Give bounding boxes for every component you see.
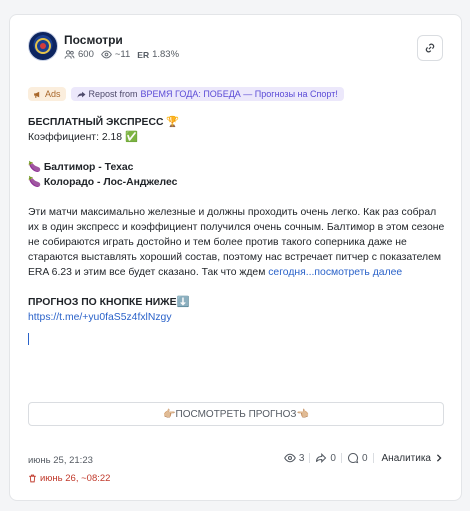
repost-prefix: Repost from (88, 89, 138, 99)
post-body: БЕСПЛАТНЫЙ ЭКСПРЕСС 🏆 Коэффициент: 2.18 … (28, 115, 448, 345)
analytics-label: Аналитика (381, 452, 432, 464)
eye-icon (283, 453, 296, 463)
views-metric: 3 (279, 452, 310, 464)
subscribers-count: 600 (78, 49, 94, 60)
published-time: июнь 25, 21:23 (28, 455, 93, 466)
shares-metric: 0 (310, 452, 341, 464)
chevron-right-icon (436, 454, 442, 462)
show-more-link[interactable]: сегодня...посмотреть далее (268, 267, 402, 278)
post-coefficient: Коэффициент: 2.18 ✅ (28, 132, 138, 143)
divider (372, 453, 374, 463)
copy-link-button[interactable] (417, 35, 443, 61)
subscribers-stat: 600 (64, 49, 94, 60)
post-header: Посмотри 600 ~11 ER 1.83% (28, 31, 443, 75)
link-icon (425, 43, 435, 53)
channel-avatar[interactable] (28, 31, 58, 61)
post-match-2: 🍆 Колорадо - Лос-Анджелес (28, 177, 178, 188)
repost-badge[interactable]: Repost from ВРЕМЯ ГОДА: ПОБЕДА — Прогноз… (70, 87, 344, 101)
channel-stats: 600 ~11 ER 1.83% (64, 49, 179, 60)
comments-count: 0 (361, 452, 368, 464)
prognosis-label: ПРОГНОЗ ПО КНОПКЕ НИЖЕ⬇️ (28, 297, 190, 308)
er-stat: ER 1.83% (137, 49, 179, 60)
deleted-time: июнь 26, ~08:22 (28, 473, 110, 484)
repost-source-link[interactable]: ВРЕМЯ ГОДА: ПОБЕДА — Прогнозы на Спорт! (141, 89, 338, 99)
trash-icon (29, 474, 36, 483)
repost-arrow-icon (77, 91, 85, 98)
text-cursor (28, 333, 29, 345)
post-card: Посмотри 600 ~11 ER 1.83% Ads Repost fro… (9, 14, 462, 501)
views-average: ~11 (114, 49, 131, 60)
users-icon (64, 50, 75, 59)
channel-name[interactable]: Посмотри (64, 33, 123, 47)
megaphone-icon (34, 91, 40, 98)
avatar-dot-icon (40, 43, 46, 49)
share-icon (316, 452, 327, 464)
eye-icon (101, 50, 112, 59)
ads-label: Ads (45, 89, 61, 99)
comments-metric: 0 (342, 452, 373, 464)
shares-count: 0 (330, 452, 336, 464)
er-label: ER (137, 49, 150, 60)
post-tags: Ads Repost from ВРЕМЯ ГОДА: ПОБЕДА — Про… (28, 87, 344, 101)
er-value: 1.83% (152, 49, 180, 60)
telegram-link[interactable]: https://t.me/+yu0faS5z4fxlNzgy (28, 310, 448, 325)
post-title: БЕСПЛАТНЫЙ ЭКСПРЕСС 🏆 (28, 117, 180, 128)
comment-icon (347, 452, 359, 464)
views-stat: ~11 (101, 49, 130, 60)
post-metrics: 3 0 0 Аналитика (279, 452, 443, 464)
post-paragraph: Эти матчи максимально железные и должны … (28, 205, 448, 280)
deleted-time-text: июнь 26, ~08:22 (40, 473, 111, 484)
views-count: 3 (298, 452, 305, 464)
post-match-1: 🍆 Балтимор - Техас (28, 162, 134, 173)
ads-badge: Ads (28, 87, 66, 101)
view-prognosis-button[interactable]: 👉🏼ПОСМОТРЕТЬ ПРОГНОЗ👈🏼 (28, 402, 444, 426)
analytics-button[interactable]: Аналитика (382, 453, 444, 464)
